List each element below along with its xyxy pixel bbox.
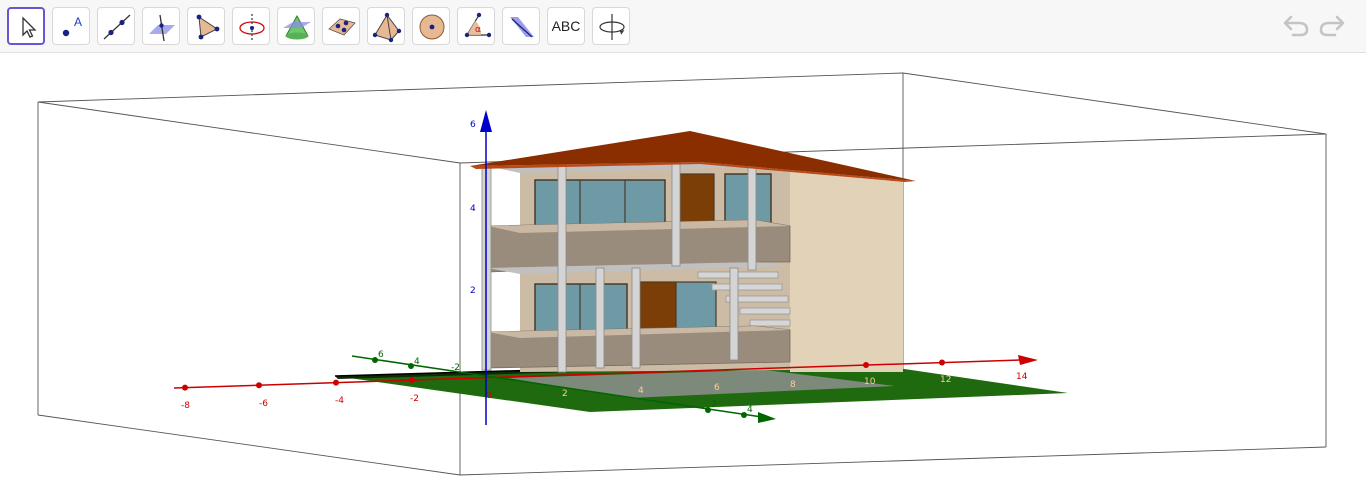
svg-text:6: 6: [470, 120, 476, 130]
svg-text:4: 4: [638, 386, 644, 396]
svg-text:0: 0: [486, 391, 492, 401]
svg-text:4: 4: [414, 357, 420, 367]
house-model: [470, 131, 916, 373]
angle-icon: α: [464, 12, 492, 38]
svg-text:-2: -2: [451, 363, 460, 373]
svg-text:4: 4: [470, 204, 476, 214]
circle-around-axis-icon: [239, 14, 265, 41]
svg-text:12: 12: [940, 375, 951, 385]
pyramid-icon: [372, 12, 402, 43]
angle-tool-button[interactable]: α: [457, 7, 495, 45]
perpendicular-plane-icon: [149, 14, 175, 42]
text-tool-button[interactable]: ABC: [547, 7, 585, 45]
svg-text:2: 2: [562, 389, 568, 399]
text-tool-icon: ABC: [551, 18, 581, 34]
point-icon: A: [62, 15, 82, 37]
toolbar: A α ABC: [0, 0, 1366, 53]
pyramid-tool-button[interactable]: [367, 7, 405, 45]
svg-text:-2: -2: [410, 394, 419, 404]
plane-through-points-icon: [328, 18, 356, 36]
svg-text:4: 4: [747, 405, 753, 415]
svg-text:10: 10: [864, 377, 876, 387]
rotate-view-tool-button[interactable]: [592, 7, 630, 45]
z-axis-labels: 6 4 2: [470, 120, 476, 296]
svg-text:A: A: [74, 15, 82, 29]
svg-text:-4: -4: [335, 396, 344, 406]
svg-text:6: 6: [714, 383, 720, 393]
svg-text:6: 6: [378, 350, 384, 360]
polygon-tool-button[interactable]: [187, 7, 225, 45]
circle-axis-tool-button[interactable]: [232, 7, 270, 45]
svg-text:14: 14: [1016, 372, 1028, 382]
line-tool-button[interactable]: [97, 7, 135, 45]
svg-text:8: 8: [790, 380, 796, 390]
sphere-icon: [419, 14, 445, 40]
move-arrow-icon: [22, 16, 37, 38]
sphere-tool-button[interactable]: [412, 7, 450, 45]
side-wall: [790, 160, 903, 372]
svg-text:2: 2: [470, 286, 476, 296]
perpendicular-plane-tool-button[interactable]: [142, 7, 180, 45]
svg-text:2: 2: [711, 400, 717, 410]
point-tool-button[interactable]: A: [52, 7, 90, 45]
move-tool-button[interactable]: [7, 7, 45, 45]
graphics-3d-view[interactable]: -8 -6 -4 -2 0 2 4 6 8 10 12 14 6 4 -2 2 …: [0, 53, 1366, 500]
line-icon: [103, 14, 131, 40]
svg-text:-8: -8: [181, 401, 190, 411]
reflect-about-plane-tool-button[interactable]: [502, 7, 540, 45]
upper-window: [534, 179, 666, 229]
rotate-3d-view-icon: [599, 14, 625, 40]
undo-icon[interactable]: [1282, 13, 1310, 37]
svg-text:-6: -6: [259, 399, 268, 409]
plane-through-points-tool-button[interactable]: [322, 7, 360, 45]
intersect-surfaces-tool-button[interactable]: [277, 7, 315, 45]
redo-icon[interactable]: [1318, 13, 1346, 37]
intersect-surfaces-icon: [283, 14, 311, 40]
reflect-about-plane-icon: [510, 17, 534, 38]
svg-text:α: α: [475, 25, 481, 35]
polygon-icon: [196, 14, 220, 40]
